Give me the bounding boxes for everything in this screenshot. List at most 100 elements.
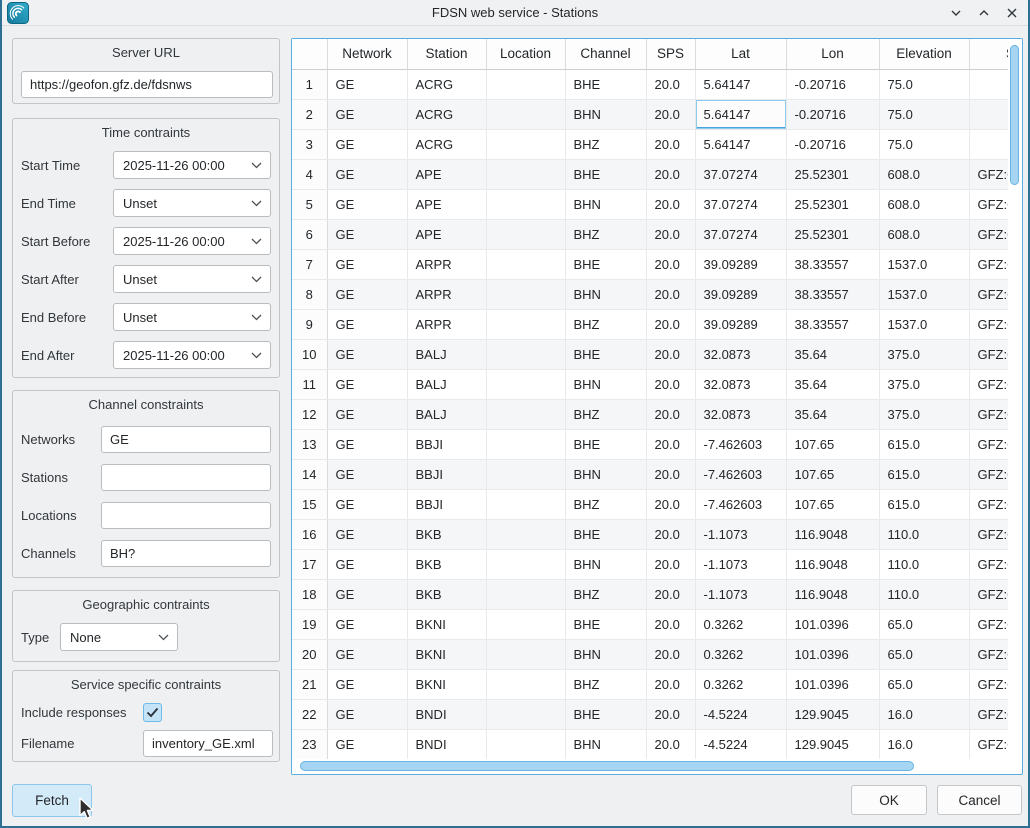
row-number[interactable]: 7 bbox=[292, 249, 327, 279]
cell-sps[interactable]: 20.0 bbox=[646, 549, 695, 579]
cell-location[interactable] bbox=[486, 189, 565, 219]
table-row[interactable]: 3 GE ACRG BHZ 20.0 5.64147 -0.20716 75.0 bbox=[292, 129, 1008, 159]
cell-lon[interactable]: 38.33557 bbox=[786, 309, 879, 339]
cell-lat[interactable]: -1.1073 bbox=[695, 549, 786, 579]
cell-sensor[interactable]: GFZ:G bbox=[969, 339, 1008, 369]
cell-lat[interactable]: -4.5224 bbox=[695, 729, 786, 759]
cell-elevation[interactable]: 608.0 bbox=[879, 189, 969, 219]
cell-sps[interactable]: 20.0 bbox=[646, 279, 695, 309]
cell-network[interactable]: GE bbox=[327, 159, 407, 189]
cell-location[interactable] bbox=[486, 579, 565, 609]
cell-location[interactable] bbox=[486, 159, 565, 189]
start-before-combo[interactable]: 2025-11-26 00:00 bbox=[113, 227, 271, 255]
cell-location[interactable] bbox=[486, 519, 565, 549]
cell-sensor[interactable]: GFZ:G bbox=[969, 249, 1008, 279]
cell-sps[interactable]: 20.0 bbox=[646, 159, 695, 189]
cell-sps[interactable]: 20.0 bbox=[646, 459, 695, 489]
cell-lat[interactable]: 37.07274 bbox=[695, 219, 786, 249]
cell-elevation[interactable]: 608.0 bbox=[879, 159, 969, 189]
cell-location[interactable] bbox=[486, 669, 565, 699]
cell-lat[interactable]: 32.0873 bbox=[695, 339, 786, 369]
include-responses-checkbox[interactable] bbox=[143, 703, 162, 722]
row-number[interactable]: 10 bbox=[292, 339, 327, 369]
channels-input[interactable] bbox=[101, 540, 271, 567]
cell-network[interactable]: GE bbox=[327, 99, 407, 129]
cell-elevation[interactable]: 65.0 bbox=[879, 609, 969, 639]
table-row[interactable]: 18 GE BKB BHZ 20.0 -1.1073 116.9048 110.… bbox=[292, 579, 1008, 609]
geo-type-combo[interactable]: None bbox=[60, 623, 178, 651]
cell-network[interactable]: GE bbox=[327, 189, 407, 219]
cell-lat[interactable]: 5.64147 bbox=[695, 129, 786, 159]
cancel-button[interactable]: Cancel bbox=[937, 785, 1022, 815]
cell-lon[interactable]: 129.9045 bbox=[786, 699, 879, 729]
cell-network[interactable]: GE bbox=[327, 609, 407, 639]
cell-lon[interactable]: 116.9048 bbox=[786, 519, 879, 549]
minimize-button[interactable] bbox=[948, 5, 964, 21]
table-row[interactable]: 16 GE BKB BHE 20.0 -1.1073 116.9048 110.… bbox=[292, 519, 1008, 549]
cell-sps[interactable]: 20.0 bbox=[646, 219, 695, 249]
vertical-scrollbar-thumb[interactable] bbox=[1010, 45, 1019, 185]
cell-lat[interactable]: 39.09289 bbox=[695, 279, 786, 309]
cell-sensor[interactable]: GFZ:G bbox=[969, 489, 1008, 519]
cell-network[interactable]: GE bbox=[327, 129, 407, 159]
column-header-sensor[interactable]: S bbox=[969, 39, 1008, 69]
cell-channel[interactable]: BHE bbox=[565, 609, 646, 639]
cell-location[interactable] bbox=[486, 129, 565, 159]
cell-station[interactable]: BKNI bbox=[407, 669, 486, 699]
table-row[interactable]: 19 GE BKNI BHE 20.0 0.3262 101.0396 65.0… bbox=[292, 609, 1008, 639]
cell-station[interactable]: BKNI bbox=[407, 639, 486, 669]
cell-sensor[interactable]: GFZ:G bbox=[969, 579, 1008, 609]
cell-channel[interactable]: BHN bbox=[565, 99, 646, 129]
row-number[interactable]: 13 bbox=[292, 429, 327, 459]
cell-location[interactable] bbox=[486, 459, 565, 489]
cell-station[interactable]: BKNI bbox=[407, 609, 486, 639]
cell-channel[interactable]: BHN bbox=[565, 639, 646, 669]
cell-station[interactable]: APE bbox=[407, 219, 486, 249]
table-row[interactable]: 7 GE ARPR BHE 20.0 39.09289 38.33557 153… bbox=[292, 249, 1008, 279]
cell-channel[interactable]: BHN bbox=[565, 279, 646, 309]
cell-station[interactable]: ARPR bbox=[407, 249, 486, 279]
cell-elevation[interactable]: 75.0 bbox=[879, 99, 969, 129]
filename-input[interactable] bbox=[143, 730, 273, 757]
cell-sensor[interactable]: GFZ:G bbox=[969, 639, 1008, 669]
cell-elevation[interactable]: 16.0 bbox=[879, 699, 969, 729]
cell-station[interactable]: BNDI bbox=[407, 699, 486, 729]
cell-station[interactable]: ACRG bbox=[407, 99, 486, 129]
cell-lat[interactable]: 0.3262 bbox=[695, 669, 786, 699]
cell-channel[interactable]: BHE bbox=[565, 519, 646, 549]
cell-sensor[interactable]: GFZ:G bbox=[969, 189, 1008, 219]
cell-network[interactable]: GE bbox=[327, 669, 407, 699]
row-number[interactable]: 9 bbox=[292, 309, 327, 339]
cell-network[interactable]: GE bbox=[327, 279, 407, 309]
cell-lat[interactable]: -1.1073 bbox=[695, 519, 786, 549]
table-row[interactable]: 23 GE BNDI BHN 20.0 -4.5224 129.9045 16.… bbox=[292, 729, 1008, 759]
cell-channel[interactable]: BHZ bbox=[565, 129, 646, 159]
row-number[interactable]: 17 bbox=[292, 549, 327, 579]
cell-station[interactable]: BBJI bbox=[407, 459, 486, 489]
cell-station[interactable]: BALJ bbox=[407, 339, 486, 369]
cell-sps[interactable]: 20.0 bbox=[646, 339, 695, 369]
cell-network[interactable]: GE bbox=[327, 729, 407, 759]
cell-sensor[interactable]: GFZ:G bbox=[969, 369, 1008, 399]
cell-station[interactable]: ACRG bbox=[407, 129, 486, 159]
cell-lat[interactable]: 37.07274 bbox=[695, 189, 786, 219]
stations-input[interactable] bbox=[101, 464, 271, 491]
cell-lat[interactable]: -7.462603 bbox=[695, 459, 786, 489]
cell-network[interactable]: GE bbox=[327, 339, 407, 369]
row-number[interactable]: 23 bbox=[292, 729, 327, 759]
cell-location[interactable] bbox=[486, 639, 565, 669]
table-row[interactable]: 1 GE ACRG BHE 20.0 5.64147 -0.20716 75.0 bbox=[292, 69, 1008, 99]
cell-station[interactable]: ACRG bbox=[407, 69, 486, 99]
row-number[interactable]: 16 bbox=[292, 519, 327, 549]
cell-lon[interactable]: 116.9048 bbox=[786, 579, 879, 609]
cell-elevation[interactable]: 375.0 bbox=[879, 399, 969, 429]
cell-channel[interactable]: BHZ bbox=[565, 669, 646, 699]
cell-sps[interactable]: 20.0 bbox=[646, 609, 695, 639]
table-row[interactable]: 12 GE BALJ BHZ 20.0 32.0873 35.64 375.0 … bbox=[292, 399, 1008, 429]
row-number[interactable]: 11 bbox=[292, 369, 327, 399]
cell-sensor[interactable]: GFZ:G bbox=[969, 609, 1008, 639]
cell-station[interactable]: BNDI bbox=[407, 729, 486, 759]
cell-sps[interactable]: 20.0 bbox=[646, 69, 695, 99]
table-row[interactable]: 20 GE BKNI BHN 20.0 0.3262 101.0396 65.0… bbox=[292, 639, 1008, 669]
cell-sensor[interactable] bbox=[969, 129, 1008, 159]
